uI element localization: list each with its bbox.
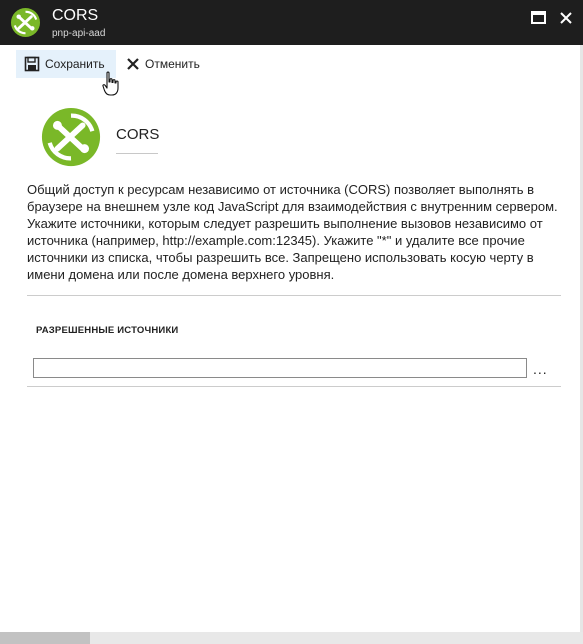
hand-cursor-icon [102,71,119,96]
allowed-origins-label: РАЗРЕШЕННЫЕ ИСТОЧНИКИ [36,325,179,336]
cancel-label: Отменить [145,57,200,71]
cors-icon [10,7,41,38]
cancel-button[interactable]: Отменить [120,50,210,78]
save-button[interactable]: Сохранить [16,50,116,78]
page-title: CORS [116,126,160,143]
more-options-button[interactable]: ... [533,362,548,376]
window-title: CORS [52,7,99,24]
allowed-origin-input[interactable] [33,358,527,378]
scrollbar-thumb[interactable] [0,632,90,644]
command-bar: Сохранить Отменить [0,45,583,83]
title-bar: CORS pnp-api-aad [0,0,583,45]
horizontal-scrollbar[interactable] [0,632,583,644]
close-icon[interactable] [557,9,575,27]
window-subtitle: pnp-api-aad [52,28,106,39]
maximize-icon[interactable] [530,9,548,27]
title-underline [116,153,158,154]
save-icon [24,56,40,72]
close-icon [127,58,139,70]
save-label: Сохранить [45,57,105,71]
cors-description: Общий доступ к ресурсам независимо от ис… [27,182,558,282]
divider [27,386,561,387]
cors-icon [41,107,101,167]
divider [27,295,561,296]
